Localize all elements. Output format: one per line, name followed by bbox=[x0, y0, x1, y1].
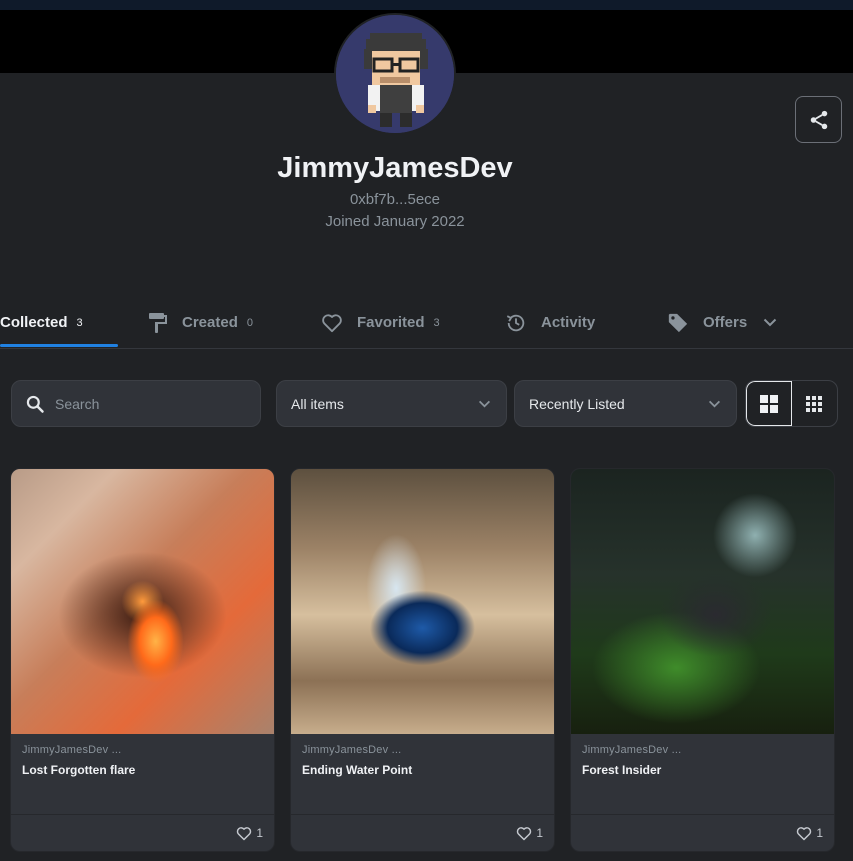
card-title: Lost Forgotten flare bbox=[22, 763, 136, 777]
heart-icon bbox=[237, 826, 252, 840]
tab-created[interactable]: Created 0 bbox=[148, 296, 253, 349]
search-box[interactable] bbox=[11, 380, 261, 427]
like-count: 1 bbox=[816, 826, 823, 840]
avatar[interactable] bbox=[334, 13, 456, 135]
tab-label: Collected bbox=[0, 314, 68, 331]
heart-icon bbox=[797, 826, 812, 840]
like-button[interactable]: 1 bbox=[796, 826, 823, 841]
like-button[interactable]: 1 bbox=[236, 826, 263, 841]
wallet-address[interactable]: 0xbf7b...5ece bbox=[0, 191, 790, 208]
nft-card[interactable]: JimmyJamesDev ... Ending Water Point 1 bbox=[290, 468, 555, 852]
profile-name: JimmyJamesDev bbox=[277, 152, 513, 184]
tab-label: Activity bbox=[541, 314, 596, 331]
card-creator[interactable]: JimmyJamesDev ... bbox=[22, 744, 263, 756]
tab-label: Offers bbox=[703, 314, 748, 331]
nft-image[interactable] bbox=[571, 469, 834, 734]
sort-select[interactable]: Recently Listed bbox=[514, 380, 737, 427]
chevron-down-icon bbox=[708, 400, 721, 408]
tab-count: 3 bbox=[433, 316, 440, 329]
sort-select-value: Recently Listed bbox=[529, 395, 625, 412]
compact-grid-view-button[interactable] bbox=[792, 381, 837, 426]
like-count: 1 bbox=[256, 826, 263, 840]
tab-count: 3 bbox=[76, 316, 83, 329]
card-creator[interactable]: JimmyJamesDev ... bbox=[582, 744, 823, 756]
heart-icon bbox=[321, 313, 343, 333]
active-tab-indicator bbox=[0, 344, 118, 347]
nft-card[interactable]: JimmyJamesDev ... Lost Forgotten flare 1 bbox=[10, 468, 275, 852]
history-icon bbox=[505, 312, 527, 334]
card-title: Forest Insider bbox=[582, 763, 662, 777]
pixel-character-icon bbox=[336, 15, 454, 133]
large-grid-icon bbox=[759, 394, 778, 413]
large-grid-view-button[interactable] bbox=[746, 381, 792, 426]
chevron-down-icon bbox=[763, 318, 777, 327]
heart-icon bbox=[517, 826, 532, 840]
compact-grid-icon bbox=[806, 395, 823, 412]
profile-tabs: Collected 3 Created 0 Favorited 3 Activi… bbox=[0, 296, 853, 349]
tab-collected[interactable]: Collected 3 bbox=[0, 296, 83, 349]
share-icon bbox=[810, 110, 827, 129]
card-title: Ending Water Point bbox=[302, 763, 413, 777]
search-input[interactable] bbox=[55, 395, 235, 412]
nft-image[interactable] bbox=[291, 469, 554, 734]
nft-card[interactable]: JimmyJamesDev ... Forest Insider 1 bbox=[570, 468, 835, 852]
tab-label: Favorited bbox=[357, 314, 425, 331]
tag-icon bbox=[667, 312, 689, 334]
chevron-down-icon bbox=[478, 400, 491, 408]
view-toggle bbox=[745, 380, 838, 427]
items-select[interactable]: All items bbox=[276, 380, 507, 427]
tab-offers[interactable]: Offers bbox=[667, 296, 777, 349]
tab-count: 0 bbox=[246, 316, 253, 329]
items-select-value: All items bbox=[291, 395, 344, 412]
card-creator[interactable]: JimmyJamesDev ... bbox=[302, 744, 543, 756]
joined-date: Joined January 2022 bbox=[325, 213, 465, 230]
top-bar bbox=[0, 0, 853, 10]
like-count: 1 bbox=[536, 826, 543, 840]
tab-favorited[interactable]: Favorited 3 bbox=[321, 296, 440, 349]
paint-roller-icon bbox=[148, 312, 168, 334]
like-button[interactable]: 1 bbox=[516, 826, 543, 841]
tab-label: Created bbox=[182, 314, 238, 331]
search-icon bbox=[25, 394, 45, 414]
share-button[interactable] bbox=[795, 96, 842, 143]
nft-image[interactable] bbox=[11, 469, 274, 734]
tab-activity[interactable]: Activity bbox=[505, 296, 595, 349]
